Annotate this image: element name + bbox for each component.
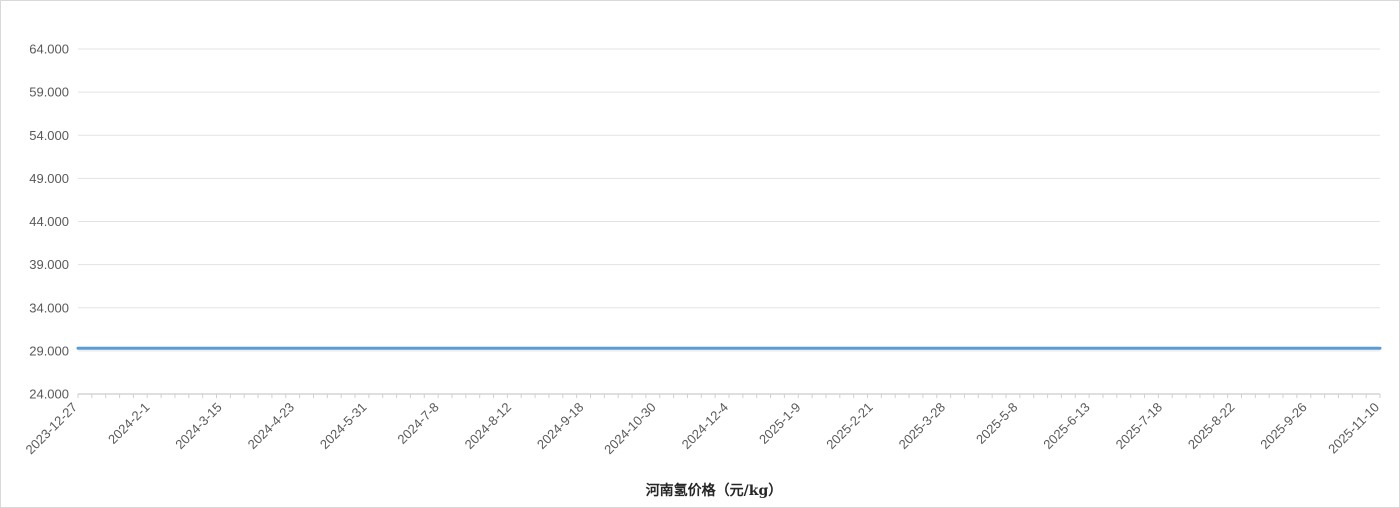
y-tick-label: 34.000 — [29, 300, 69, 315]
y-tick-label: 29.000 — [29, 343, 69, 358]
x-tick-label: 2024-4-23 — [245, 400, 298, 453]
x-tick-label: 2024-3-15 — [172, 400, 225, 453]
y-axis-ticks: 24.000 29.000 34.000 39.000 44.000 49.000 54.0… — [29, 42, 69, 402]
line-chart: 24.000 29.000 34.000 39.000 44.000 49.000 54.0… — [22, 42, 1382, 500]
x-tick-label: 2025-2-21 — [823, 400, 876, 453]
x-tick-label: 2025-3-28 — [896, 400, 949, 453]
y-tick-label: 39.000 — [29, 257, 69, 272]
y-tick-label: 54.000 — [29, 128, 69, 143]
x-tick-label: 2024-9-18 — [534, 400, 587, 453]
y-tick-label: 59.000 — [29, 85, 69, 100]
x-tick-label: 2025-7-18 — [1113, 400, 1166, 453]
x-tick-label: 2024-7-8 — [394, 400, 441, 447]
x-tick-label: 2024-8-12 — [462, 400, 515, 453]
x-tick-label: 2025-5-8 — [973, 400, 1020, 447]
x-tick-label: 2024-12-4 — [679, 400, 732, 453]
x-tick-label: 2025-1-9 — [756, 400, 803, 447]
x-axis-label: 河南氢价格（元/kg） — [646, 482, 783, 499]
x-tick-label: 2024-5-31 — [317, 400, 370, 453]
gridlines — [78, 48, 1380, 352]
x-tick-label: 2024-10-30 — [601, 400, 659, 458]
x-tick-label: 2025-9-26 — [1257, 400, 1310, 453]
y-tick-label: 24.000 — [29, 387, 69, 402]
x-tick-label: 2023-12-27 — [22, 400, 80, 458]
x-tick-label: 2025-8-22 — [1185, 400, 1238, 453]
x-tick-label: 2025-11-10 — [1325, 400, 1382, 457]
y-tick-label: 64.000 — [29, 42, 69, 57]
y-tick-label: 44.000 — [29, 214, 69, 229]
x-tick-label: 2025-6-13 — [1040, 400, 1093, 453]
x-axis: 2023-12-27 2024-2-1 2024-3-15 2024-4-23 2024… — [22, 393, 1382, 458]
x-tick-label: 2024-2-1 — [105, 400, 152, 447]
y-tick-label: 49.000 — [29, 171, 69, 186]
